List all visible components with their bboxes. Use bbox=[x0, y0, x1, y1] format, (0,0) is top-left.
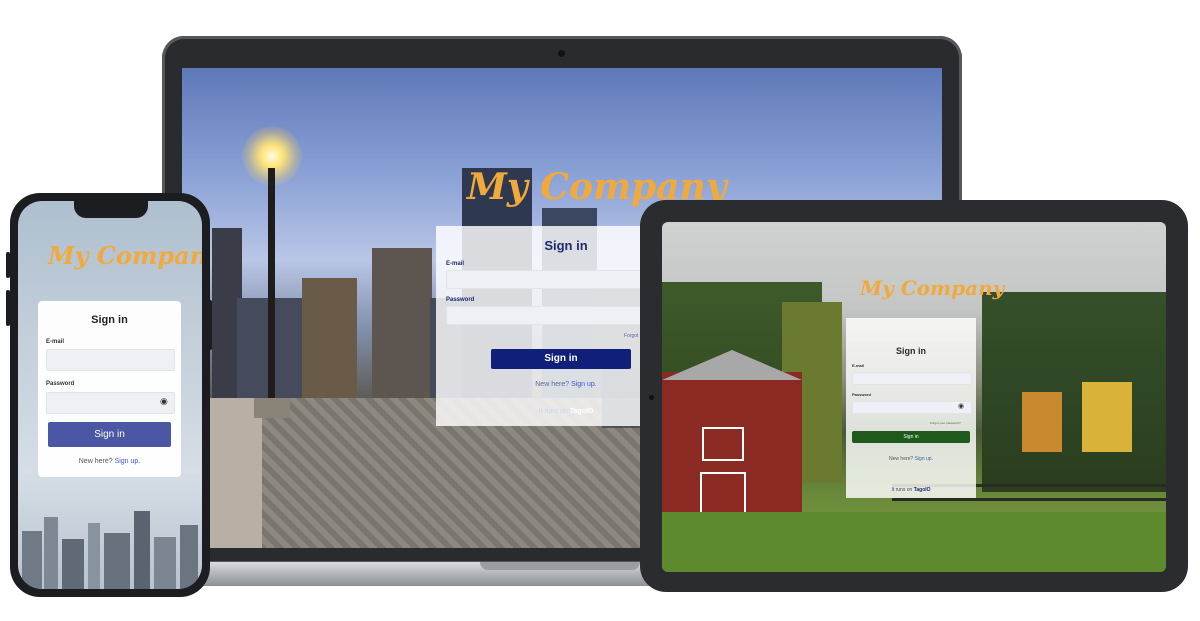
runs-on-label: It runs on bbox=[891, 487, 913, 493]
new-here-text: New here? Sign up. bbox=[38, 458, 181, 465]
signin-button[interactable]: Sign in bbox=[491, 349, 631, 369]
card-title: Sign in bbox=[896, 346, 926, 356]
tago-logo: TagoIO bbox=[913, 487, 931, 493]
new-here-text: New here? Sign up. bbox=[846, 456, 976, 462]
email-field[interactable] bbox=[46, 349, 175, 371]
phone-side-button bbox=[6, 290, 10, 326]
forgot-password-link[interactable]: Forgot bbox=[624, 333, 638, 339]
runs-on-footer: It runs on TagoIO bbox=[846, 487, 976, 493]
login-card: Sign in E-mail Password ◉ Forgot your pa… bbox=[846, 318, 976, 498]
eye-icon[interactable]: ◉ bbox=[958, 402, 964, 410]
runs-on-label: It runs on bbox=[538, 408, 568, 415]
password-label: Password bbox=[46, 381, 75, 387]
signup-link[interactable]: Sign up. bbox=[915, 456, 933, 462]
brand-logo: My Company bbox=[860, 276, 1005, 300]
password-label: Password bbox=[852, 392, 871, 397]
signin-button[interactable]: Sign in bbox=[852, 431, 970, 443]
email-field[interactable] bbox=[852, 372, 972, 385]
phone-side-button bbox=[208, 300, 212, 350]
email-label: E-mail bbox=[46, 339, 65, 345]
password-field[interactable] bbox=[852, 401, 972, 414]
new-here-label: New here? bbox=[535, 381, 570, 388]
laptop-notch bbox=[480, 562, 640, 570]
new-here-label: New here? bbox=[889, 456, 914, 462]
laptop-camera bbox=[558, 50, 565, 57]
new-here-label: New here? bbox=[78, 458, 113, 465]
brand-logo: My Company bbox=[48, 241, 202, 270]
signup-link[interactable]: Sign up. bbox=[571, 381, 597, 388]
login-card: Sign in E-mail Password ◉ Sign in New he… bbox=[38, 301, 181, 477]
tago-logo: TagoIO bbox=[569, 408, 594, 415]
password-field[interactable] bbox=[46, 392, 175, 414]
card-title: Sign in bbox=[91, 314, 128, 326]
eye-icon[interactable]: ◉ bbox=[160, 396, 168, 407]
signup-link[interactable]: Sign up. bbox=[115, 458, 141, 465]
phone-side-button bbox=[6, 252, 10, 278]
phone-screen: My Company Sign in E-mail Password ◉ Sig… bbox=[18, 201, 202, 589]
tablet-camera bbox=[649, 395, 654, 400]
password-label: Password bbox=[446, 297, 475, 303]
tablet-screen: My Company Sign in E-mail Password ◉ For… bbox=[662, 222, 1166, 572]
email-label: E-mail bbox=[852, 363, 865, 368]
signin-button[interactable]: Sign in bbox=[48, 422, 171, 447]
email-label: E-mail bbox=[446, 261, 465, 267]
forgot-password-link[interactable]: Forgot your password? bbox=[930, 421, 961, 425]
phone-notch bbox=[74, 200, 148, 218]
